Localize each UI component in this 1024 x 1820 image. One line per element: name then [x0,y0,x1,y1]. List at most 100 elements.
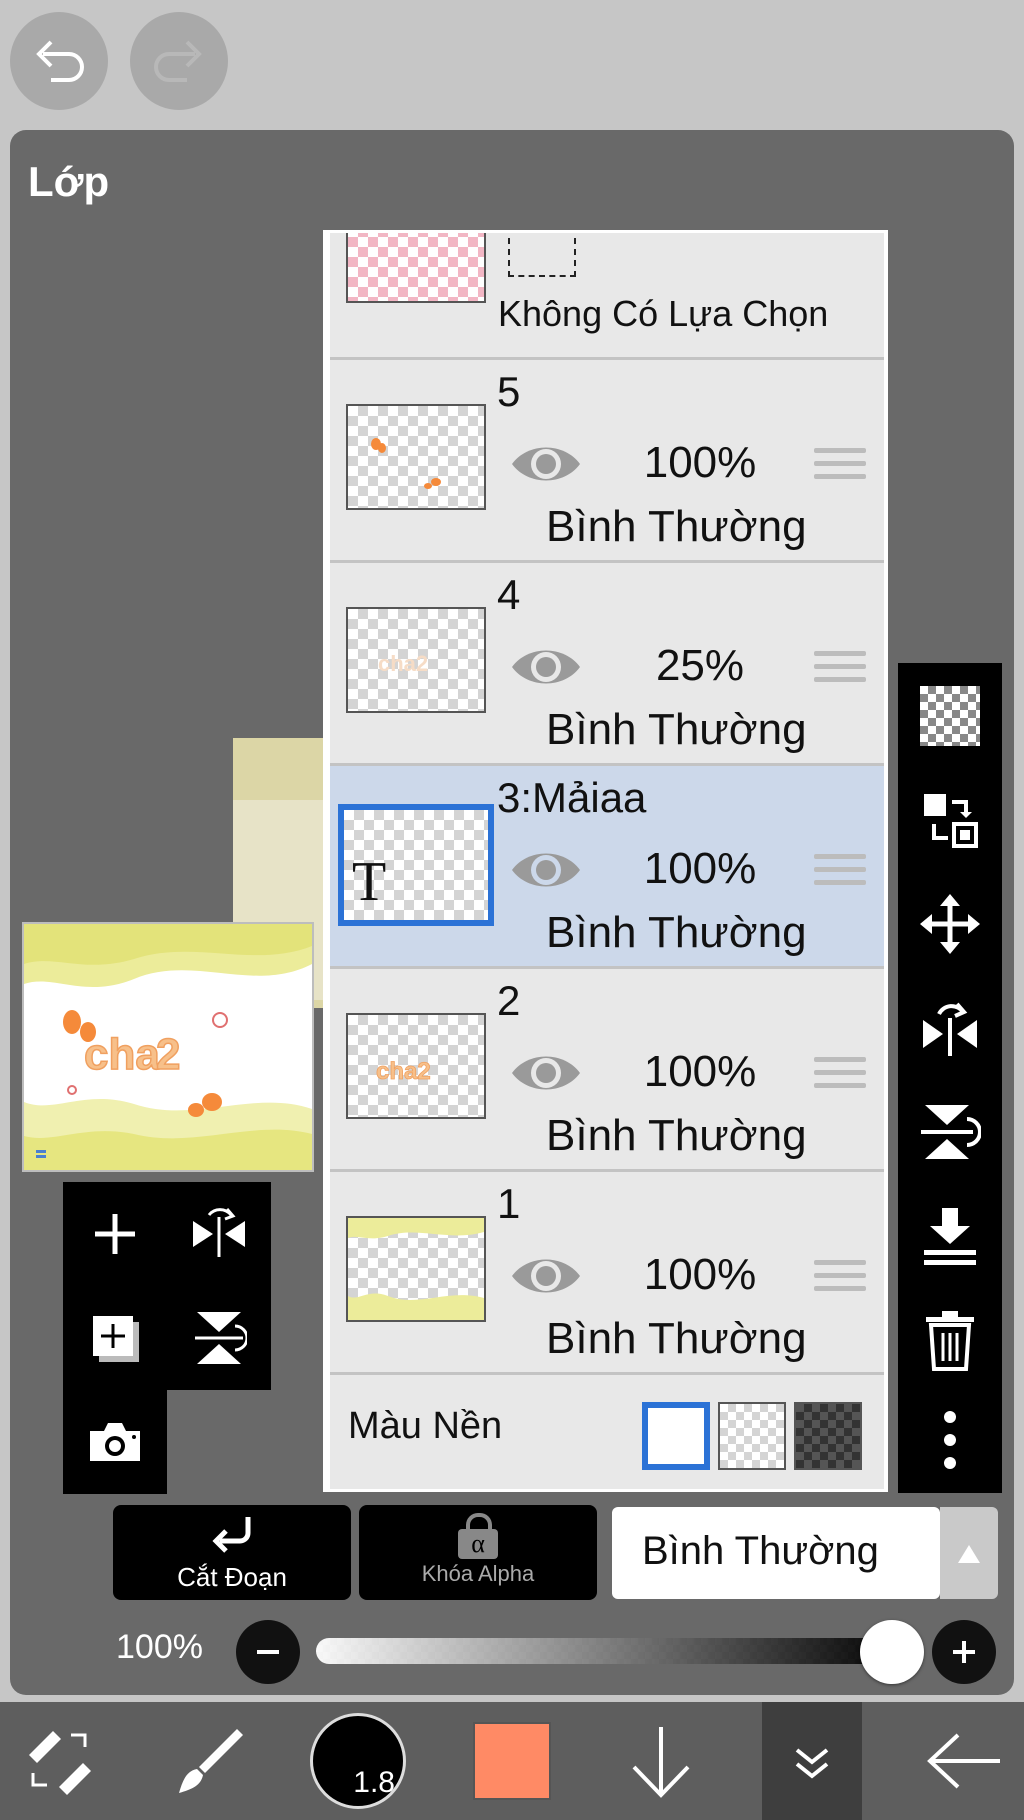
opacity-decrease-button[interactable] [236,1620,300,1684]
svg-text:cha2: cha2 [376,1058,431,1085]
transparency-button[interactable] [898,671,1002,761]
move-icon [920,894,980,954]
layer-row[interactable]: cha2 2 100% Bình Thường [330,969,884,1172]
blend-mode-value: Bình Thường [642,1529,879,1573]
layer-opacity: 100% [643,1047,757,1096]
more-vertical-icon [944,1411,956,1469]
more-options-button[interactable] [898,1395,1002,1485]
flip-vertical-button[interactable] [167,1286,271,1390]
brush-tool-button[interactable] [164,1702,254,1820]
layer-row[interactable]: 1 100% Bình Thường [330,1172,884,1375]
layer-thumbnail: T [338,804,494,926]
flip-vertical-layer-button[interactable] [898,1087,1002,1177]
drag-handle-icon[interactable] [814,1260,866,1299]
add-copy-layer-button[interactable] [63,1286,167,1390]
layer-row[interactable]: 5 100% Bình Thường [330,360,884,563]
background-transparent-swatch[interactable] [718,1402,786,1470]
layer-name: 4 [497,571,521,618]
left-toolbar-bottom [63,1390,167,1494]
opacity-slider-track[interactable] [316,1638,890,1664]
drag-handle-icon[interactable] [814,1057,866,1096]
plus-icon [953,1641,975,1663]
right-toolbar [898,663,1002,1493]
layers-panel-button[interactable] [762,1702,862,1820]
plus-icon [95,1214,135,1254]
triangle-up-icon [958,1545,980,1563]
drag-handle-icon[interactable] [814,651,866,690]
layer-thumbnail [346,1216,486,1322]
layer-opacity: 25% [655,641,745,690]
clipping-button[interactable]: Cắt Đoạn [113,1505,351,1600]
alpha-lock-button[interactable]: α Khóa Alpha [359,1505,597,1600]
undo-button[interactable] [10,12,108,110]
trash-icon [926,1311,974,1371]
selection-label: Không Có Lựa Chọn [498,293,829,334]
delete-layer-button[interactable] [898,1295,1002,1385]
layer-blend-mode: Bình Thường [546,705,807,754]
clipping-arrow-icon [212,1517,251,1553]
layer-thumbnail [346,404,486,510]
flip-horizontal-button[interactable] [167,1182,271,1286]
opacity-slider-thumb[interactable] [860,1620,924,1684]
brush-size-value: 1.8 [353,1766,395,1799]
flip-vertical-icon [921,1105,981,1159]
checker-icon [920,686,980,746]
visibility-eye-icon[interactable] [510,1252,582,1300]
layer-blend-mode: Bình Thường [546,1314,807,1363]
opacity-label: 100% [116,1628,203,1666]
brush-eraser-swap-icon [29,1731,91,1795]
move-button[interactable] [898,879,1002,969]
selection-marquee-icon [508,233,576,277]
camera-button[interactable] [63,1390,167,1494]
flip-horizontal-layer-button[interactable] [898,983,1002,1073]
minus-icon [257,1650,279,1654]
panel-title: Lớp [28,158,110,205]
layer-opacity: 100% [643,438,757,487]
text-layer-icon: T [352,851,387,913]
back-button[interactable] [914,1702,1014,1820]
drag-handle-icon[interactable] [814,854,866,893]
brush-size-indicator: 1.8 [310,1713,406,1809]
merge-down-button[interactable] [898,1191,1002,1281]
selection-layer-row[interactable]: Không Có Lựa Chọn [330,233,884,360]
chevron-double-down-icon [795,1748,829,1779]
tool-switch-button[interactable] [14,1702,104,1820]
layer-list[interactable]: Không Có Lựa Chọn 5 100% Bình Thường cha… [323,230,888,1492]
redo-icon [154,40,202,82]
blend-mode-dropdown-button[interactable] [940,1507,998,1599]
layer-name: 3:Mảiaa [497,774,647,821]
flip-vertical-icon [195,1312,247,1364]
color-picker-button[interactable] [470,1702,554,1820]
layer-opacity: 100% [643,1250,757,1299]
selection-thumbnail [346,233,486,303]
layer-row-selected[interactable]: T 3:Mảiaa 100% Bình Thường [330,766,884,969]
current-color-swatch [473,1722,551,1800]
background-dark-swatch[interactable] [794,1402,862,1470]
flip-horizontal-icon [193,1208,245,1257]
clipping-label: Cắt Đoạn [177,1562,287,1592]
opacity-increase-button[interactable] [932,1620,996,1684]
visibility-eye-icon[interactable] [510,440,582,488]
layer-name: 1 [497,1180,521,1227]
layer-name: 5 [497,368,521,415]
arrow-down-icon [632,1727,690,1798]
layer-row[interactable]: cha2 4 25% Bình Thường [330,563,884,766]
visibility-eye-icon[interactable] [510,643,582,691]
redo-button[interactable] [130,12,228,110]
preview-image: cha 2 [24,924,312,1170]
layer-down-button[interactable] [616,1702,706,1820]
swap-layer-button[interactable] [898,775,1002,865]
visibility-eye-icon[interactable] [510,1049,582,1097]
drag-handle-icon[interactable] [814,448,866,487]
alpha-lock-label: Khóa Alpha [421,1561,535,1586]
layer-blend-mode: Bình Thường [546,1111,807,1160]
brush-size-button[interactable]: 1.8 [306,1702,410,1820]
svg-text:2: 2 [156,1030,180,1079]
background-white-swatch[interactable] [642,1402,710,1470]
add-layer-button[interactable] [63,1182,167,1286]
canvas-preview[interactable]: cha 2 [22,922,314,1172]
add-copy-icon [93,1316,139,1362]
visibility-eye-icon[interactable] [510,846,582,894]
blend-mode-select[interactable]: Bình Thường [612,1507,940,1599]
camera-icon [90,1423,140,1461]
